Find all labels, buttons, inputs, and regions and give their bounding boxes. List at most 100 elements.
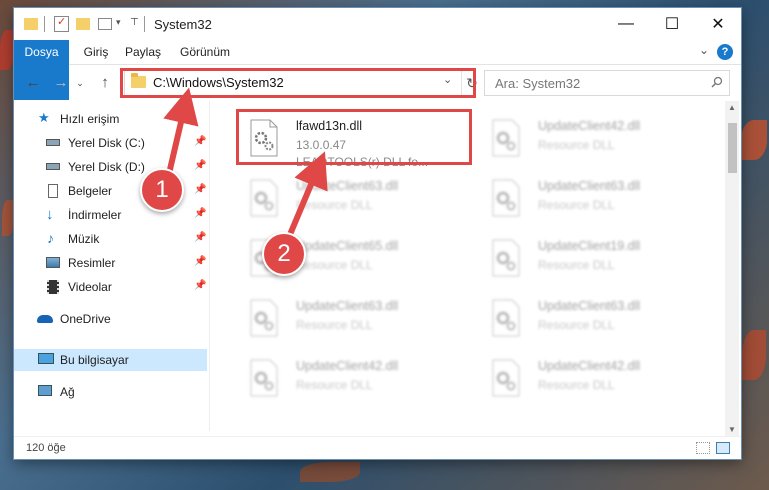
file-name: UpdateClient42.dll [296,359,399,373]
file-item[interactable]: UpdateClient42.dll Resource DLL [238,349,468,409]
customize-icon[interactable] [98,18,112,30]
file-highlight [236,109,472,165]
sidebar-item-quick-access[interactable]: ★ Hızlı erişim [14,108,207,130]
drive-icon [46,139,60,146]
sidebar-item-label: OneDrive [60,312,111,326]
dll-file-icon [492,299,520,337]
file-item[interactable]: UpdateClient19.dll Resource DLL [480,229,710,289]
close-button[interactable]: ✕ [695,8,741,40]
computer-icon [38,353,54,364]
pin-icon: 📌 [194,256,207,267]
chevron-down-icon[interactable]: ▾ [116,17,121,28]
file-type: Resource DLL [296,258,373,272]
explorer-window: ✓ ▾ ⊤ System32 — ☐ ✕ Dosya Giriş Paylaş … [14,8,741,459]
pin-icon: 📌 [194,136,207,147]
file-item[interactable]: UpdateClient63.dll Resource DLL [480,169,710,229]
file-type: Resource DLL [538,258,615,272]
forward-button[interactable]: → [50,73,72,93]
new-folder-icon[interactable] [76,18,90,30]
background-leaf [741,120,767,160]
sidebar-item-label: Yerel Disk (C:) [68,136,145,150]
details-view-icon[interactable] [696,442,710,454]
scroll-down-arrow[interactable]: ▼ [728,425,736,434]
window-title: System32 [154,17,212,32]
file-name: UpdateClient63.dll [538,299,641,313]
ribbon: Dosya Giriş Paylaş Görünüm ⌄ ? [14,40,741,100]
sidebar-item-this-pc[interactable]: Bu bilgisayar [14,349,207,371]
file-type: Resource DLL [538,318,615,332]
file-name: UpdateClient63.dll [538,179,641,193]
sidebar-item-pictures[interactable]: Resimler 📌 [14,252,207,274]
sidebar-item-label: İndirmeler [68,208,122,222]
dll-file-icon [492,119,520,157]
sidebar-item-label: Ağ [60,385,75,399]
sidebar-item-onedrive[interactable]: OneDrive [14,308,207,330]
background-leaf [300,462,360,482]
search-input[interactable]: Ara: System32 [484,70,730,96]
network-icon [38,385,52,396]
recent-dropdown[interactable]: ⌄ [74,73,86,93]
tab-view[interactable]: Görünüm [172,40,238,64]
sidebar-item-local-disk-c[interactable]: Yerel Disk (C:) 📌 [14,132,207,154]
file-type: Resource DLL [296,318,373,332]
sidebar-item-videos[interactable]: Videolar 📌 [14,276,207,298]
file-type: Resource DLL [538,378,615,392]
folder-icon [24,18,38,30]
pin-down-icon[interactable]: ⊤ [130,17,139,28]
divider [144,16,145,32]
pin-icon: 📌 [194,184,207,195]
pin-icon: 📌 [194,232,207,243]
file-type: Resource DLL [538,198,615,212]
sidebar-item-label: Hızlı erişim [60,112,120,126]
music-icon: ♪ [47,230,54,246]
file-item[interactable]: UpdateClient63.dll Resource DLL [238,289,468,349]
step-badge-1: 1 [140,168,184,212]
sidebar-item-label: Yerel Disk (D:) [68,160,145,174]
chevron-down-icon[interactable]: ⌄ [699,43,709,57]
sidebar-item-network[interactable]: Ağ [14,381,207,403]
tab-home[interactable]: Giriş [76,40,116,64]
file-type: Resource DLL [296,198,373,212]
pane-divider [209,101,210,431]
video-icon [47,280,59,294]
pictures-icon [46,257,60,268]
file-item[interactable]: UpdateClient42.dll Resource DLL [480,349,710,409]
cloud-icon [37,315,53,323]
minimize-button[interactable]: — [603,8,649,40]
check-icon: ✓ [57,16,67,28]
divider [44,16,45,32]
properties-icon[interactable]: ✓ [54,16,69,32]
dll-file-icon [250,359,278,397]
large-icons-view-icon[interactable] [716,442,730,454]
background-leaf [742,330,766,380]
status-bar: 120 öğe [14,436,741,459]
search-placeholder: Ara: System32 [495,76,581,91]
sidebar-item-downloads[interactable]: ↓ İndirmeler 📌 [14,204,207,226]
back-button[interactable]: ← [22,73,44,93]
sidebar-item-label: Resimler [68,256,116,270]
help-icon[interactable]: ? [717,44,733,60]
file-name: UpdateClient42.dll [538,119,641,133]
sidebar-item-label: Belgeler [68,184,113,198]
scrollbar-thumb[interactable] [728,123,737,173]
scroll-up-arrow[interactable]: ▲ [728,103,736,112]
star-icon: ★ [38,110,50,125]
tab-share[interactable]: Paylaş [120,40,166,64]
sidebar-item-label: Videolar [68,280,112,294]
dll-file-icon [492,239,520,277]
vertical-scrollbar[interactable]: ▲ ▼ [725,101,739,436]
maximize-button[interactable]: ☐ [649,8,695,40]
file-name: UpdateClient63.dll [296,179,399,193]
item-count: 120 öğe [26,442,66,454]
file-item[interactable]: UpdateClient63.dll Resource DLL [480,289,710,349]
pin-icon: 📌 [194,208,207,219]
search-icon [711,76,723,88]
file-type: Resource DLL [538,138,615,152]
file-item[interactable]: UpdateClient42.dll Resource DLL [480,109,710,169]
file-name: UpdateClient42.dll [538,359,641,373]
sidebar-item-music[interactable]: ♪ Müzik 📌 [14,228,207,250]
dll-file-icon [492,179,520,217]
file-item[interactable]: UpdateClient63.dll Resource DLL [238,169,468,229]
title-bar: ✓ ▾ ⊤ System32 — ☐ ✕ [14,8,741,40]
up-button[interactable]: ↑ [94,73,116,93]
